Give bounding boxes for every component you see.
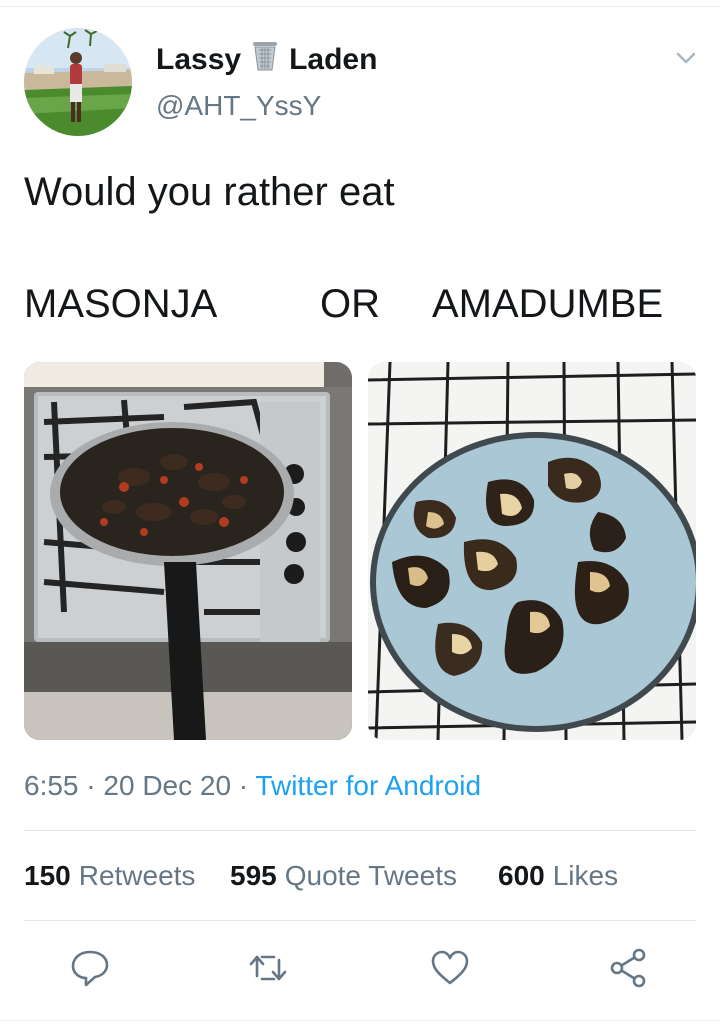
author-first-name: Lassy [156, 43, 242, 76]
author-last-name: Laden [289, 43, 378, 76]
share-icon[interactable] [606, 946, 650, 990]
tweet-text-line1: Would you rather eat [24, 170, 395, 214]
likes-stat[interactable]: 600 Likes [498, 860, 618, 892]
media-image-masonja[interactable] [24, 362, 352, 740]
option-b-text: AMADUMBE [432, 282, 664, 326]
reply-icon[interactable] [68, 946, 112, 990]
like-icon[interactable] [428, 946, 472, 990]
likes-label: Likes [552, 860, 619, 891]
bottom-divider [0, 1020, 720, 1021]
quote-tweets-label: Quote Tweets [284, 860, 457, 891]
author-name[interactable]: Lassy Laden [156, 40, 377, 80]
plate-of-amadumbe-photo [368, 362, 696, 740]
wastebasket-icon [251, 40, 279, 80]
author-handle[interactable]: @AHT_YssY [156, 90, 321, 122]
top-divider [0, 6, 720, 7]
tweet-meta: 6:55 · 20 Dec 20 · Twitter for Android [24, 770, 481, 802]
media-image-amadumbe[interactable] [368, 362, 696, 740]
retweets-label: Retweets [78, 860, 196, 891]
quote-tweets-stat[interactable]: 595 Quote Tweets [230, 860, 457, 892]
pan-of-masonja-photo [24, 362, 352, 740]
retweets-count: 150 [24, 860, 71, 891]
tweet-time: 6:55 [24, 770, 79, 801]
likes-count: 600 [498, 860, 545, 891]
quote-tweets-count: 595 [230, 860, 277, 891]
option-a-text: MASONJA [24, 282, 218, 326]
avatar[interactable] [24, 28, 132, 136]
tweet-source-link[interactable]: Twitter for Android [255, 770, 481, 801]
retweets-stat[interactable]: 150 Retweets [24, 860, 195, 892]
divider [24, 830, 696, 831]
meta-separator: · [78, 770, 104, 801]
meta-separator: · [231, 770, 256, 801]
connector-text: OR [320, 282, 380, 326]
retweet-icon[interactable] [246, 946, 290, 990]
tweet-date: 20 Dec 20 [103, 770, 232, 801]
chevron-down-icon[interactable] [672, 46, 700, 70]
divider [24, 920, 696, 921]
